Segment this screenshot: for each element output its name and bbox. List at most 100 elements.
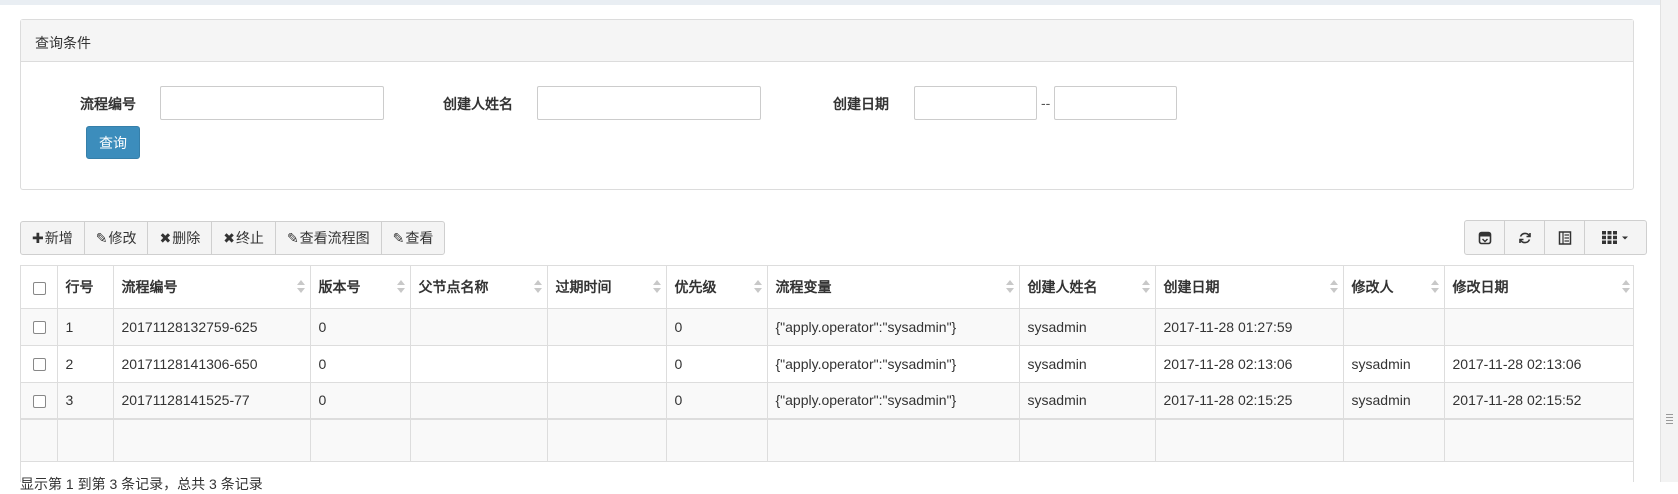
header-row-no[interactable]: 行号	[57, 266, 114, 309]
sort-icon	[396, 280, 405, 294]
columns-list-button[interactable]	[1545, 221, 1585, 254]
table-cell: 3	[57, 382, 114, 420]
edit-label: 修改	[108, 230, 137, 246]
query-button[interactable]: 查询	[86, 126, 140, 159]
table-cell: 0	[666, 345, 768, 383]
header-label: 行号	[65, 278, 94, 295]
action-toolbar: ✚ 新增 ✎ 修改 ✖ 删除 ✖ 终止 ✎ 查看流程图 ✎ 查看	[20, 221, 446, 255]
process-no-input[interactable]	[160, 86, 384, 120]
header-creator[interactable]: 创建人姓名	[1019, 266, 1156, 309]
remove-icon: ✖	[159, 229, 172, 246]
header-label: 修改日期	[1452, 278, 1509, 295]
table-header-row: 行号 流程编号 版本号 父节点名称 过期时间 优先级 流程变量 创建人姓名 创建…	[21, 266, 1633, 309]
header-label: 流程编号	[121, 278, 178, 295]
row-select-cell	[21, 382, 58, 420]
table-cell	[666, 418, 768, 462]
table-cell: sysadmin	[1019, 345, 1156, 383]
row-select-cell	[21, 345, 58, 383]
header-label: 创建日期	[1163, 278, 1220, 295]
header-label: 修改人	[1351, 278, 1394, 295]
refresh-button[interactable]	[1505, 221, 1545, 254]
columns-dropdown-button[interactable]	[1585, 221, 1646, 254]
refresh-icon	[1518, 232, 1531, 243]
header-parent-node[interactable]: 父节点名称	[410, 266, 548, 309]
table-cell: 2017-11-28 02:13:06	[1155, 345, 1344, 383]
table-cell	[410, 418, 548, 462]
header-label: 版本号	[318, 278, 361, 295]
pencil-icon: ✎	[392, 229, 405, 246]
header-modify-date[interactable]: 修改日期	[1444, 266, 1633, 309]
sort-icon	[533, 280, 542, 294]
table-cell	[547, 418, 667, 462]
row-checkbox[interactable]	[33, 395, 46, 409]
page: 查询条件 流程编号 创建人姓名 创建日期 -- 查询 ✚ 新增 ✎ 修改 ✖ 删…	[0, 0, 1678, 492]
table-cell: 0	[310, 345, 411, 383]
terminate-label: 终止	[235, 230, 264, 246]
table-tools	[1464, 220, 1647, 255]
table-cell	[767, 418, 1020, 462]
add-button[interactable]: ✚ 新增	[21, 222, 85, 254]
sort-icon	[296, 280, 305, 294]
row-select-cell	[21, 308, 58, 346]
table-cell	[547, 345, 667, 383]
toggle-button[interactable]	[1465, 221, 1505, 254]
table-cell: sysadmin	[1019, 382, 1156, 420]
table-cell	[113, 418, 311, 462]
view-button[interactable]: ✎ 查看	[382, 222, 445, 254]
remove-icon: ✖	[223, 229, 235, 246]
table-cell: 20171128132759-625	[113, 308, 311, 346]
sort-icon	[1621, 280, 1630, 294]
pagination-summary: 显示第 1 到第 3 条记录，总共 3 条记录	[20, 476, 263, 492]
date-to-input[interactable]	[1054, 86, 1177, 120]
header-priority[interactable]: 优先级	[666, 266, 768, 309]
table-cell: sysadmin	[1343, 345, 1445, 383]
table-cell	[1343, 308, 1445, 346]
scrollbar-grip[interactable]	[1666, 414, 1673, 426]
table-cell: 20171128141306-650	[113, 345, 311, 383]
columns-list-icon	[1558, 230, 1571, 245]
table-row[interactable]: 2 20171128141306-650 0 0 {"apply.operato…	[21, 345, 1633, 383]
top-strip	[0, 0, 1660, 5]
pencil-icon: ✎	[95, 229, 108, 246]
table-cell	[410, 345, 548, 383]
table-cell: 2017-11-28 02:15:25	[1155, 382, 1344, 420]
header-label: 优先级	[674, 278, 717, 295]
header-label: 创建人姓名	[1027, 278, 1098, 295]
edit-button[interactable]: ✎ 修改	[85, 222, 149, 254]
header-version[interactable]: 版本号	[310, 266, 411, 309]
table-cell	[1019, 418, 1156, 462]
table-cell	[1155, 418, 1344, 462]
table-row[interactable]: 3 20171128141525-77 0 0 {"apply.operator…	[21, 382, 1633, 420]
row-checkbox[interactable]	[33, 358, 46, 372]
header-process-vars[interactable]: 流程变量	[767, 266, 1020, 309]
data-table: 行号 流程编号 版本号 父节点名称 过期时间 优先级 流程变量 创建人姓名 创建…	[20, 265, 1634, 482]
table-cell: 1	[57, 308, 114, 346]
row-checkbox[interactable]	[33, 321, 46, 335]
query-panel-title: 查询条件	[21, 20, 1633, 62]
creator-label: 创建人姓名	[443, 96, 513, 112]
view-flowchart-button[interactable]: ✎ 查看流程图	[276, 222, 382, 254]
table-cell: 2017-11-28 01:27:59	[1155, 308, 1344, 346]
header-expire-time[interactable]: 过期时间	[547, 266, 667, 309]
select-all-cell	[21, 266, 58, 309]
table-cell	[57, 418, 114, 462]
date-from-input[interactable]	[914, 86, 1037, 120]
toggle-icon	[1478, 231, 1491, 244]
header-label: 过期时间	[555, 278, 612, 295]
table-cell	[21, 418, 58, 462]
view-flowchart-label: 查看流程图	[299, 230, 370, 246]
table-cell: {"apply.operator":"sysadmin"}	[767, 382, 1020, 420]
header-process-no[interactable]: 流程编号	[113, 266, 311, 309]
creator-input[interactable]	[537, 86, 761, 120]
table-row[interactable]: 1 20171128132759-625 0 0 {"apply.operato…	[21, 308, 1633, 346]
caret-down-icon	[1621, 236, 1628, 239]
header-modifier[interactable]: 修改人	[1343, 266, 1445, 309]
select-all-checkbox[interactable]	[33, 281, 46, 295]
table-cell: sysadmin	[1019, 308, 1156, 346]
delete-button[interactable]: ✖ 删除	[148, 222, 213, 254]
header-create-date[interactable]: 创建日期	[1155, 266, 1344, 309]
vertical-scrollbar[interactable]	[1660, 0, 1678, 482]
plus-icon: ✚	[32, 229, 44, 246]
terminate-button[interactable]: ✖ 终止	[212, 222, 276, 254]
sort-icon	[652, 280, 661, 294]
